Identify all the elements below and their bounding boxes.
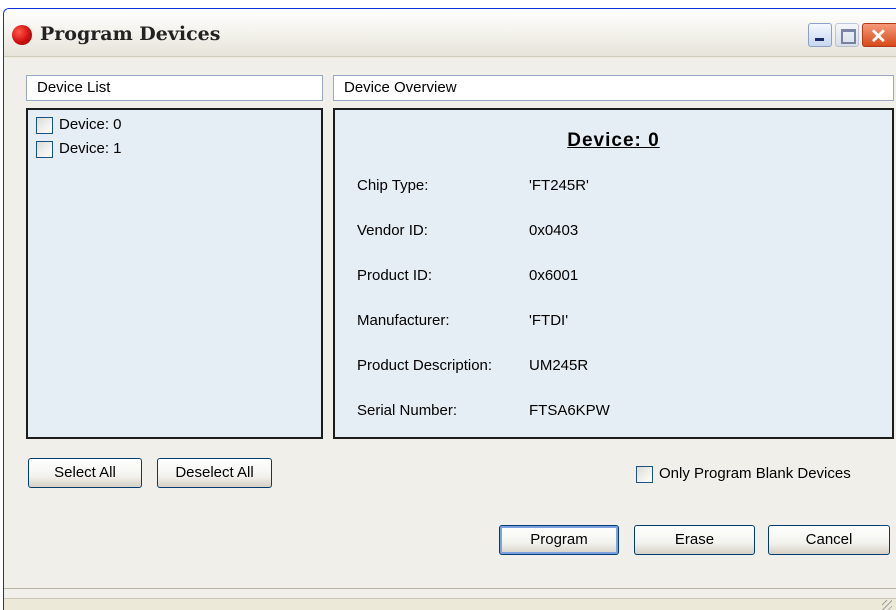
product-description-value: UM245R	[529, 357, 589, 374]
program-button[interactable]: Program	[499, 525, 619, 555]
program-devices-window: Program Devices ✕ Device List Device: 0 …	[3, 8, 896, 610]
vendor-id-label: Vendor ID:	[357, 222, 428, 239]
select-all-button[interactable]: Select All	[28, 458, 142, 488]
serial-number-value: FTSA6KPW	[529, 402, 610, 419]
device-overview: Device: 0 Chip Type: 'FT245R' Vendor ID:…	[333, 108, 894, 439]
overview-device-title: Device: 0	[567, 130, 660, 151]
status-separator	[4, 588, 896, 589]
maximize-button[interactable]	[835, 23, 859, 47]
only-blank-checkbox[interactable]	[636, 465, 653, 483]
product-id-value: 0x6001	[529, 267, 579, 284]
title-bar[interactable]: Program Devices ✕	[4, 9, 896, 57]
list-item[interactable]: Device: 1	[36, 140, 122, 160]
device-overview-header: Device Overview	[333, 75, 894, 101]
manufacturer-value: 'FTDI'	[529, 312, 569, 329]
device-list-header: Device List	[26, 75, 323, 101]
cancel-button[interactable]: Cancel	[768, 525, 890, 555]
close-icon: ✕	[870, 26, 887, 48]
window-title: Program Devices	[40, 23, 221, 45]
dialog-body: Device List Device: 0 Device: 1 Device O…	[4, 58, 896, 610]
vendor-id-value: 0x0403	[529, 222, 579, 239]
product-id-label: Product ID:	[357, 267, 433, 284]
app-icon	[12, 25, 32, 45]
manufacturer-label: Manufacturer:	[357, 312, 450, 329]
device-label: Device: 1	[59, 140, 122, 157]
product-description-label: Product Description:	[357, 357, 493, 374]
deselect-all-button[interactable]: Deselect All	[157, 458, 272, 488]
serial-number-label: Serial Number:	[357, 402, 458, 419]
device-label: Device: 0	[59, 116, 122, 133]
minimize-button[interactable]	[808, 23, 832, 47]
device-list[interactable]: Device: 0 Device: 1	[26, 108, 323, 439]
device-0-checkbox[interactable]	[36, 116, 53, 134]
device-1-checkbox[interactable]	[36, 140, 53, 158]
chip-type-label: Chip Type:	[357, 177, 429, 194]
erase-button[interactable]: Erase	[634, 525, 755, 555]
only-blank-option[interactable]: Only Program Blank Devices	[636, 465, 851, 483]
only-blank-label: Only Program Blank Devices	[659, 465, 851, 482]
list-item[interactable]: Device: 0	[36, 116, 122, 136]
close-button[interactable]: ✕	[862, 23, 896, 48]
status-bar	[4, 598, 896, 610]
resize-grip-icon[interactable]	[882, 600, 892, 610]
chip-type-value: 'FT245R'	[529, 177, 589, 194]
